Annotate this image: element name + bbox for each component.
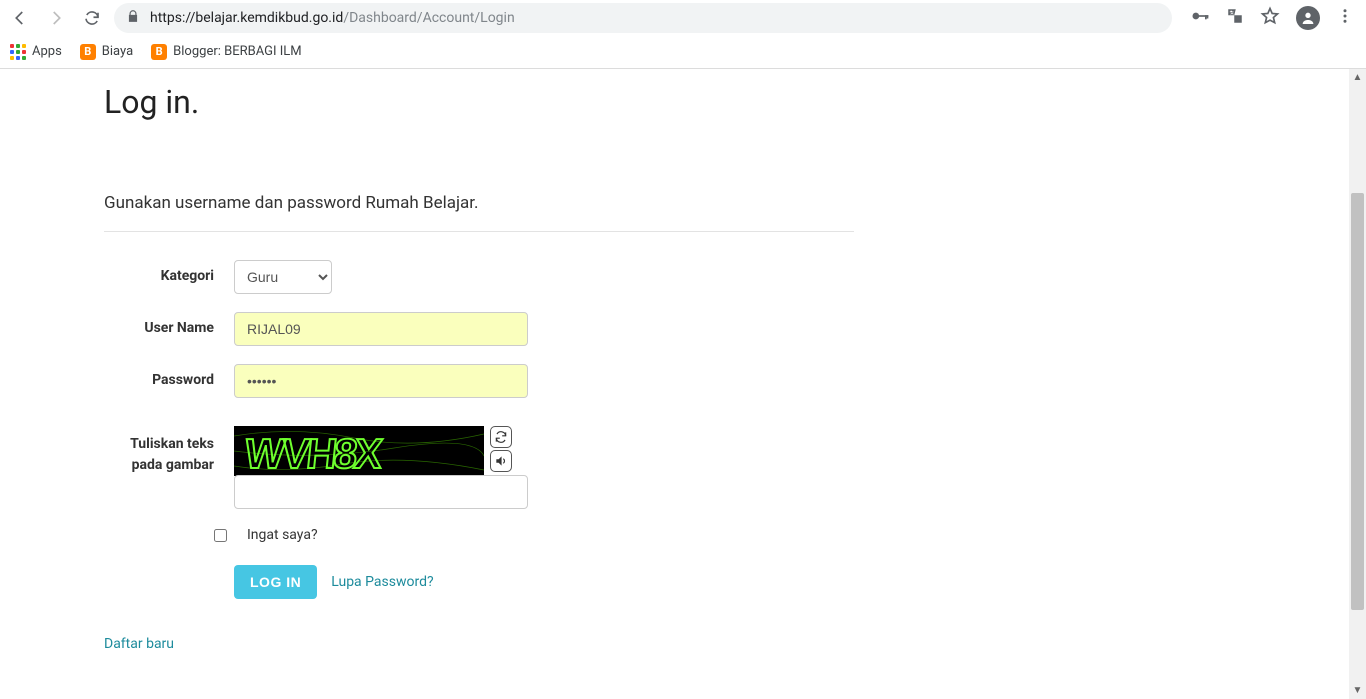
row-kategori: Kategori Guru [104,260,704,294]
refresh-icon [494,430,508,444]
bookmark-blogger-label: Blogger: BERBAGI ILM [173,44,301,59]
forgot-password-link[interactable]: Lupa Password? [331,574,433,590]
row-captcha: Tuliskan teks pada gambar WV [104,426,704,509]
bookmark-blogger[interactable]: B Blogger: BERBAGI ILM [151,44,301,60]
scroll-thumb[interactable] [1351,193,1364,610]
scroll-down-arrow[interactable]: ▼ [1349,682,1366,699]
bookmark-biaya-label: Biaya [102,44,133,59]
login-page: Log in. Gunakan username dan password Ru… [0,83,1346,652]
apps-grid-icon [10,44,26,60]
remember-label: Ingat saya? [247,527,318,543]
key-icon[interactable] [1190,6,1210,30]
bookmark-biaya[interactable]: B Biaya [80,44,133,60]
url-text: https://belajar.kemdikbud.go.id/Dashboar… [150,10,1160,26]
reload-icon [83,9,101,27]
vertical-scrollbar[interactable]: ▲ ▼ [1349,69,1366,699]
star-icon[interactable] [1260,6,1280,30]
reload-button[interactable] [78,4,106,32]
apps-bookmark[interactable]: Apps [10,44,62,60]
register-link[interactable]: Daftar baru [104,636,174,652]
page-viewport: Log in. Gunakan username dan password Ru… [0,68,1366,699]
apps-bookmark-label: Apps [32,44,62,59]
scroll-track[interactable] [1349,86,1366,682]
url-host: belajar.kemdikbud.go.id [195,10,343,26]
captcha-audio-button[interactable] [490,450,512,472]
url-path: /Dashboard/Account/Login [343,10,514,26]
captcha-refresh-button[interactable] [490,426,512,448]
kategori-select[interactable]: Guru [234,260,332,294]
label-username: User Name [104,312,234,336]
label-kategori: Kategori [104,260,234,284]
kebab-menu-icon[interactable] [1336,7,1354,29]
username-input[interactable] [234,312,528,346]
divider [104,231,854,232]
translate-icon[interactable] [1226,7,1244,29]
bookmarks-bar: Apps B Biaya B Blogger: BERBAGI ILM [0,36,1366,68]
browser-toolbar: https://belajar.kemdikbud.go.id/Dashboar… [0,0,1366,36]
toolbar-right-icons [1180,6,1360,30]
blogger-icon: B [151,44,167,60]
page-subtitle: Gunakan username dan password Rumah Bela… [104,193,1346,213]
label-captcha: Tuliskan teks pada gambar [104,426,234,476]
lock-icon [126,9,140,27]
row-username: User Name [104,312,704,346]
profile-avatar[interactable] [1296,6,1320,30]
row-password: Password [104,364,704,398]
address-bar[interactable]: https://belajar.kemdikbud.go.id/Dashboar… [114,3,1172,33]
row-actions: LOG IN Lupa Password? [104,565,704,599]
page-title: Log in. [104,83,1346,121]
back-button[interactable] [6,4,34,32]
login-form: Kategori Guru User Name Password [104,260,704,652]
speaker-icon [494,454,508,468]
captcha-image: WVH8X [234,426,484,476]
login-button[interactable]: LOG IN [234,565,317,599]
arrow-right-icon [47,9,65,27]
captcha-input[interactable] [234,475,528,509]
forward-button[interactable] [42,4,70,32]
svg-text:WVH8X: WVH8X [243,430,385,476]
label-password: Password [104,364,234,388]
password-input[interactable] [234,364,528,398]
row-remember: Ingat saya? [104,527,704,543]
arrow-left-icon [11,9,29,27]
scroll-up-arrow[interactable]: ▲ [1349,69,1366,86]
remember-checkbox[interactable] [214,529,227,542]
blogger-icon: B [80,44,96,60]
